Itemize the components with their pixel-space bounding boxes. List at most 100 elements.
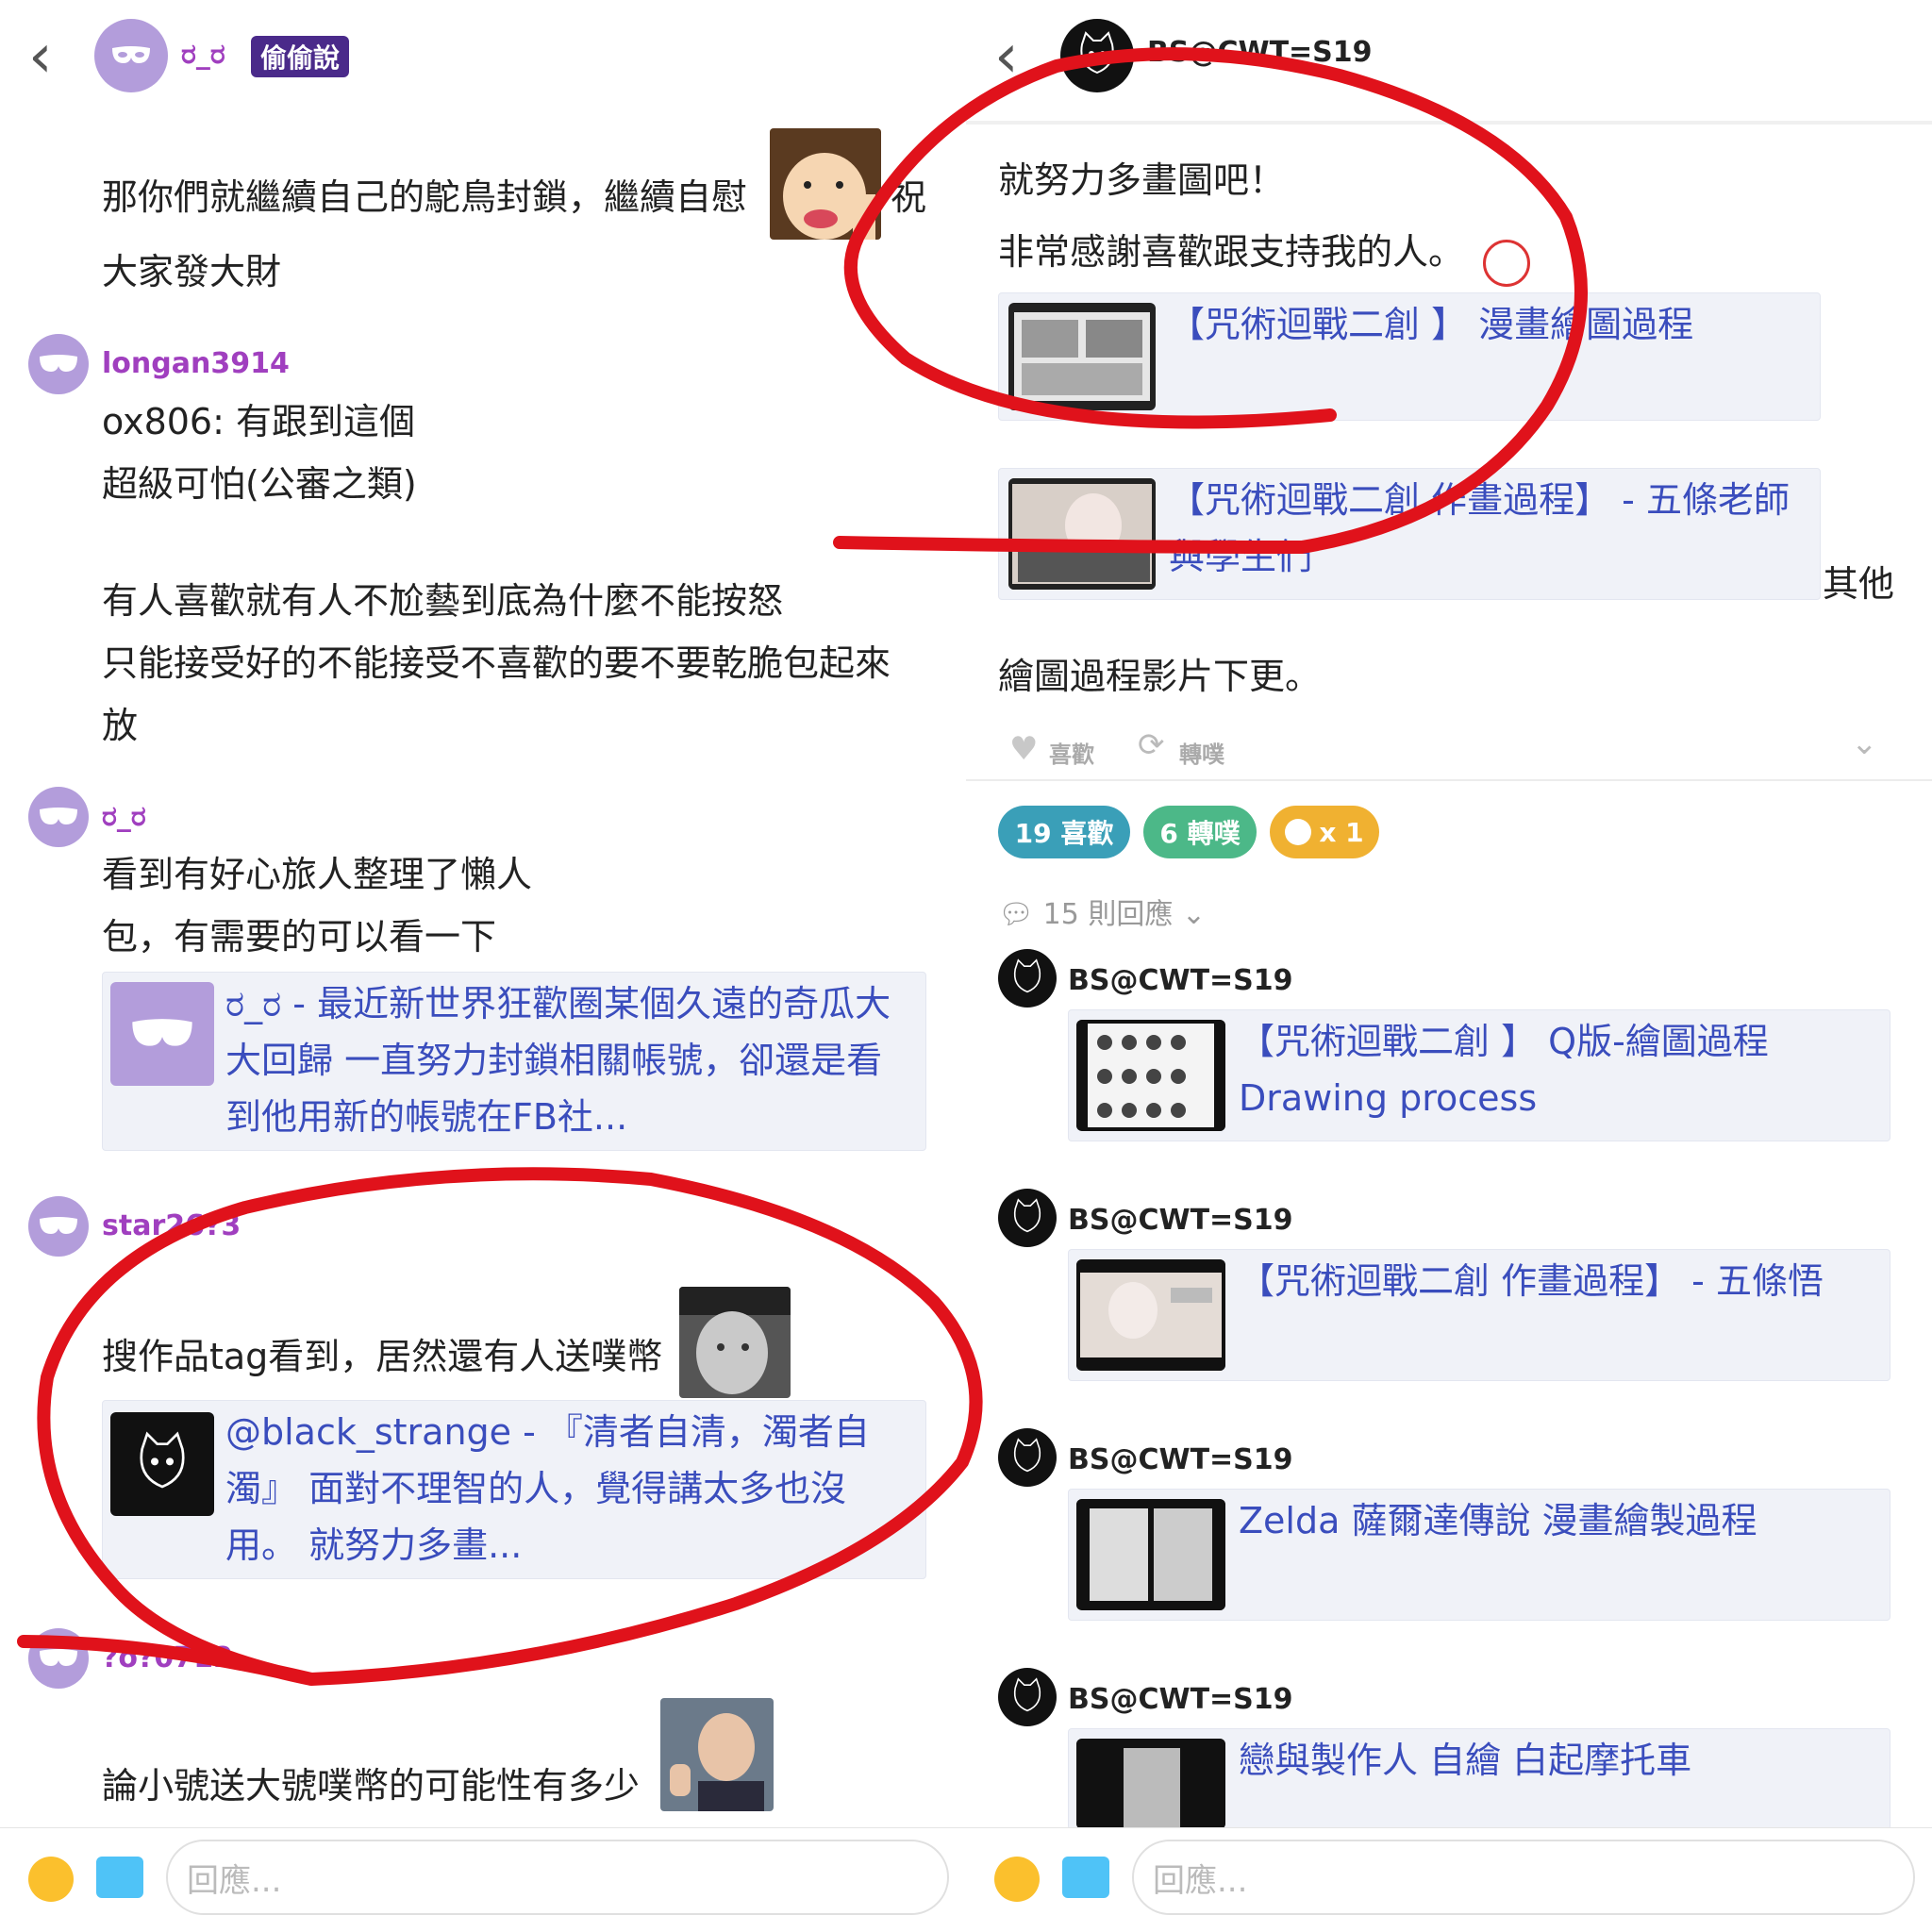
comment-username[interactable]: ?o?0712 <box>102 1641 233 1674</box>
card-title-line: 濁』 面對不理智的人，覺得講太多也沒 <box>225 1468 847 1509</box>
like-button-label[interactable]: 喜歡 <box>1049 736 1094 769</box>
card-thumbnail <box>1076 1020 1225 1131</box>
comment-line: 放 <box>102 705 139 746</box>
back-chevron-icon[interactable]: ‹ <box>994 26 1019 87</box>
link-preview-card[interactable]: @black_strange - 『清者自清，濁者自 濁』 面對不理智的人，覺得… <box>102 1400 926 1579</box>
mask-icon <box>132 1019 192 1046</box>
image-upload-icon[interactable] <box>96 1857 143 1898</box>
post-text-line1-tail: 祝 <box>891 176 927 218</box>
reply-input[interactable]: 回應... <box>1132 1840 1915 1915</box>
card-title-line: 戀與製作人 自繪 白起摩托車 <box>1239 1740 1692 1781</box>
reply-input[interactable]: 回應... <box>166 1840 949 1915</box>
avatar[interactable] <box>94 19 168 92</box>
comment-line: 看到有好心旅人整理了懶人 <box>102 854 533 895</box>
face-sticker <box>679 1287 791 1398</box>
card-title-line: 【咒術迴戰二創 】 Q版-繪圖過程 <box>1239 1021 1769 1062</box>
card-thumbnail <box>110 982 214 1086</box>
bunny-emoticon <box>1483 240 1530 287</box>
back-chevron-icon[interactable]: ‹ <box>28 26 53 87</box>
card-title: 【咒術迴戰二創 】 漫畫繪圖過程 <box>1169 304 1694 345</box>
replurk-icon[interactable]: ⟳ <box>1138 726 1165 764</box>
laughing-sticker <box>770 128 881 240</box>
thumbs-up-sticker <box>660 1698 774 1811</box>
comment-line: 超級可怕(公審之類) <box>102 463 417 505</box>
comment-line: 有人喜歡就有人不尬藝到底為什麼不能按怒 <box>102 580 784 622</box>
link-preview-card[interactable]: 【咒術迴戰二創 作畫過程】 - 五條老師 與學生們 <box>998 468 1821 600</box>
mask-icon <box>40 1649 77 1666</box>
comment-username[interactable]: ರ_ರ <box>102 800 146 833</box>
chevron-down-icon: ⌄ <box>1173 898 1207 931</box>
response-avatar[interactable] <box>998 1189 1057 1247</box>
replurk-button-label[interactable]: 轉噗 <box>1179 736 1224 769</box>
comment-line: 論小號送大號噗幣的可能性有多少 <box>102 1765 641 1807</box>
image-upload-icon[interactable] <box>1062 1857 1109 1898</box>
comment-username[interactable]: longan3914 <box>102 347 290 380</box>
chevron-down-icon[interactable]: ⌄ <box>1851 724 1878 762</box>
left-screenshot: ‹ ರ_ರ 偷偷說 那你們就繼續自己的鴕鳥封鎖，繼續自慰 祝 大家發大財 lon… <box>0 0 966 1932</box>
comment-line: ox806: 有跟到這個 <box>102 401 415 442</box>
emoji-icon[interactable] <box>28 1857 74 1902</box>
card-title-line: 用。 就努力多畫... <box>225 1524 523 1566</box>
card-title-line: 大回歸 一直努力封鎖相關帳號，卻還是看 <box>225 1040 883 1081</box>
reply-bar: 回應... <box>0 1827 966 1932</box>
card-thumbnail <box>1008 478 1156 590</box>
whisper-badge: 偷偷說 <box>251 36 350 77</box>
comment-line: 包，有需要的可以看一下 <box>102 916 497 958</box>
post-text-line3: 繪圖過程影片下更。 <box>998 656 1322 697</box>
cat-icon <box>1013 1198 1041 1233</box>
response-username[interactable]: BS@CWT=S19 <box>1068 964 1293 997</box>
response-username[interactable]: BS@CWT=S19 <box>1068 1683 1293 1716</box>
comment-avatar[interactable] <box>28 1196 89 1257</box>
divider <box>966 779 1932 781</box>
link-preview-card[interactable]: 【咒術迴戰二創 】 Q版-繪圖過程 Drawing process <box>1068 1009 1890 1141</box>
link-preview-card[interactable]: 【咒術迴戰二創 】 漫畫繪圖過程 <box>998 292 1821 421</box>
avatar[interactable] <box>1060 19 1134 92</box>
mask-icon <box>40 1217 77 1234</box>
comment-avatar[interactable] <box>28 334 89 394</box>
header-username[interactable]: BS@CWT=S19 <box>1147 36 1373 69</box>
comment-avatar[interactable] <box>28 1628 89 1689</box>
emoji-icon[interactable] <box>994 1857 1040 1902</box>
card-title-line: ರ_ರ - 最近新世界狂歡圈某個久遠的奇瓜大 <box>225 983 891 1024</box>
card-title-line: 與學生們 <box>1169 536 1313 577</box>
responses-count: 15 則回應 <box>1042 898 1174 931</box>
coins-pill[interactable]: x 1 <box>1270 806 1379 858</box>
header-divider <box>966 121 1932 125</box>
likes-count-pill[interactable]: 19 喜歡 <box>998 806 1130 858</box>
responses-toggle[interactable]: 💬︎ 15 則回應 ⌄ <box>998 891 1206 932</box>
cat-icon <box>140 1431 185 1489</box>
coins-count: x 1 <box>1319 816 1364 848</box>
heart-icon[interactable]: ♥ <box>1009 730 1038 768</box>
replurks-count-pill[interactable]: 6 轉噗 <box>1143 806 1257 858</box>
card-title-line: 【咒術迴戰二創 作畫過程】 - 五條悟 <box>1239 1260 1824 1302</box>
mask-icon <box>40 355 77 372</box>
response-avatar[interactable] <box>998 1428 1057 1487</box>
card-title-line: 到他用新的帳號在FB社... <box>225 1096 628 1138</box>
card-thumbnail <box>1076 1499 1225 1610</box>
cat-icon <box>1013 958 1041 993</box>
comment-avatar[interactable] <box>28 787 89 847</box>
coin-icon <box>1285 819 1312 845</box>
header-username[interactable]: ರ_ರ <box>181 38 225 71</box>
comment-line: 搜作品tag看到，居然還有人送噗幣 <box>102 1336 663 1377</box>
reply-bar: 回應... <box>966 1827 1932 1932</box>
link-preview-card[interactable]: 【咒術迴戰二創 作畫過程】 - 五條悟 <box>1068 1249 1890 1381</box>
card-thumbnail <box>1076 1739 1225 1829</box>
comment-line: 只能接受好的不能接受不喜歡的要不要乾脆包起來 <box>102 642 891 684</box>
response-username[interactable]: BS@CWT=S19 <box>1068 1204 1293 1237</box>
link-preview-card[interactable]: ರ_ರ - 最近新世界狂歡圈某個久遠的奇瓜大 大回歸 一直努力封鎖相關帳號，卻還… <box>102 972 926 1151</box>
card-title-line: @black_strange - 『清者自清，濁者自 <box>225 1411 870 1453</box>
response-avatar[interactable] <box>998 949 1057 1008</box>
post-text-line1: 就努力多畫圖吧！ <box>998 159 1286 201</box>
post-text-aside: 其他 <box>1823 563 1895 605</box>
post-text-line1: 那你們就繼續自己的鴕鳥封鎖，繼續自慰 <box>102 176 748 218</box>
post-text-line2: 非常感謝喜歡跟支持我的人。 <box>998 231 1465 273</box>
link-preview-card[interactable]: 戀與製作人 自繪 白起摩托車 <box>1068 1728 1890 1830</box>
response-username[interactable]: BS@CWT=S19 <box>1068 1443 1293 1476</box>
link-preview-card[interactable]: Zelda 薩爾達傳說 漫畫繪製過程 <box>1068 1489 1890 1621</box>
card-title-line: 【咒術迴戰二創 作畫過程】 - 五條老師 <box>1169 479 1790 521</box>
card-thumbnail <box>1076 1259 1225 1371</box>
card-thumbnail <box>110 1412 214 1516</box>
comment-username[interactable]: star26?3 <box>102 1209 241 1242</box>
response-avatar[interactable] <box>998 1668 1057 1726</box>
